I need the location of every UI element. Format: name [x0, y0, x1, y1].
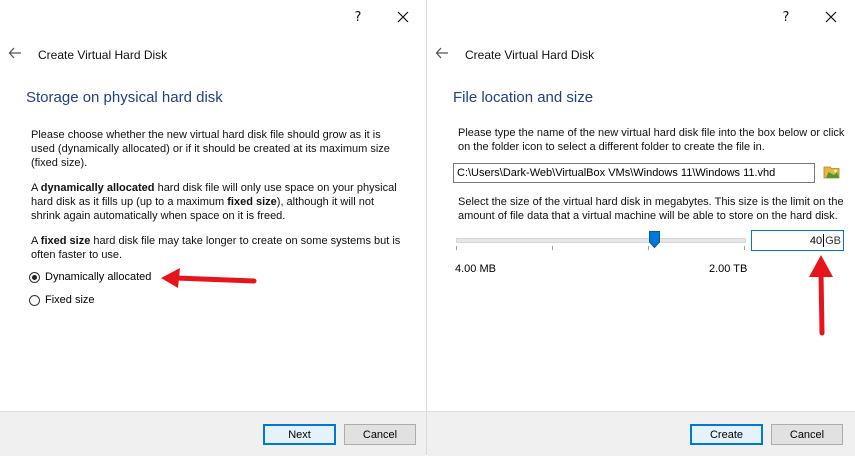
- close-icon: [825, 11, 837, 23]
- cancel-button[interactable]: Cancel: [771, 424, 843, 445]
- page-heading: File location and size: [453, 89, 594, 106]
- radio-dynamically-allocated[interactable]: Dynamically allocated: [29, 271, 151, 283]
- size-slider-handle[interactable]: [649, 231, 660, 248]
- slider-max-label: 2.00 TB: [709, 263, 748, 275]
- annotation-arrow-left-icon: [161, 268, 257, 288]
- create-button[interactable]: Create: [690, 424, 763, 445]
- help-button[interactable]: ?: [347, 6, 369, 28]
- size-value: 40: [809, 234, 823, 247]
- button-bar: Next Cancel: [0, 411, 426, 456]
- size-input[interactable]: 40 GB: [751, 230, 844, 251]
- button-bar: Create Cancel: [427, 411, 855, 456]
- size-description: Select the size of the virtual hard disk…: [458, 196, 844, 222]
- size-unit: GB: [825, 234, 841, 247]
- slider-min-label: 4.00 MB: [455, 263, 496, 275]
- dialog-file-location: ? Create Virtual Hard Disk File location…: [427, 0, 855, 455]
- annotation-arrow-up-icon: [809, 255, 833, 336]
- radio-button-unchecked[interactable]: [29, 294, 40, 306]
- help-button[interactable]: ?: [775, 6, 797, 28]
- close-button[interactable]: [392, 6, 414, 28]
- wizard-title: Create Virtual Hard Disk: [465, 48, 595, 62]
- slider-tick: [744, 246, 745, 250]
- folder-icon[interactable]: [823, 163, 841, 181]
- fixed-description: A fixed size hard disk file may take lon…: [31, 235, 401, 261]
- dynamic-description: A dynamically allocated hard disk file w…: [31, 182, 397, 222]
- next-button[interactable]: Next: [263, 424, 336, 445]
- text-caret: [823, 234, 825, 247]
- radio-fixed-size[interactable]: Fixed size: [29, 294, 95, 306]
- radio-button-checked[interactable]: [29, 271, 40, 283]
- back-arrow-icon[interactable]: [8, 46, 22, 60]
- slider-tick: [456, 246, 457, 250]
- storage-description: Please choose whether the new virtual ha…: [31, 129, 390, 169]
- wizard-title: Create Virtual Hard Disk: [38, 48, 168, 62]
- back-arrow-icon[interactable]: [435, 46, 449, 60]
- file-path-input[interactable]: C:\Users\Dark-Web\VirtualBox VMs\Windows…: [453, 163, 815, 183]
- page-heading: Storage on physical hard disk: [26, 89, 223, 106]
- cancel-button[interactable]: Cancel: [344, 424, 416, 445]
- radio-label: Fixed size: [45, 294, 95, 306]
- location-description: Please type the name of the new virtual …: [458, 127, 845, 153]
- close-button[interactable]: [820, 6, 842, 28]
- slider-tick: [552, 246, 553, 250]
- radio-label: Dynamically allocated: [45, 271, 152, 283]
- close-icon: [397, 11, 409, 23]
- dialog-storage-type: ? Create Virtual Hard Disk Storage on ph…: [0, 0, 426, 456]
- size-slider-track[interactable]: [456, 238, 746, 243]
